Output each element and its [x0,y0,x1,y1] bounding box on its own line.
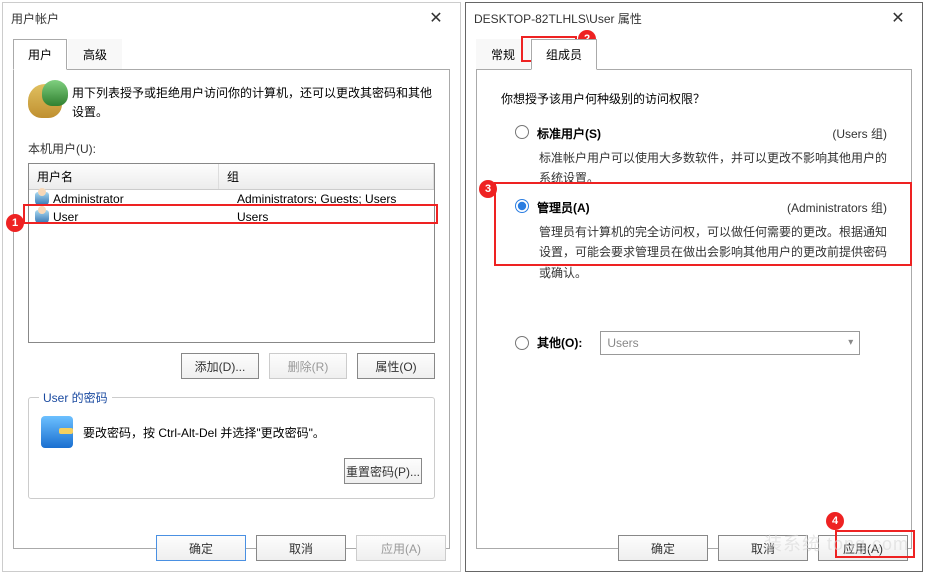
tab-general[interactable]: 常规 [476,39,530,70]
close-icon[interactable]: ✕ [882,8,914,28]
radio-other-input[interactable] [515,336,529,350]
col-group[interactable]: 组 [219,164,434,189]
titlebar: 用户帐户 ✕ [3,3,460,33]
user-listbox[interactable]: 用户名 组 Administrator Administrators; Gues… [28,163,435,343]
tab-body: 用下列表授予或拒绝用户访问你的计算机，还可以更改其密码和其他设置。 本机用户(U… [13,69,450,549]
tabs: 用户 高级 [3,33,460,70]
tab-body: 你想授予该用户何种级别的访问权限？ 标准用户(S) (Users 组) 标准帐户… [476,69,912,549]
col-name[interactable]: 用户名 [29,164,219,189]
window-title: 用户帐户 [11,10,420,27]
cell-name: Administrator [53,192,237,206]
groupbox-legend: User 的密码 [39,389,112,406]
titlebar: DESKTOP-82TLHLS\User 属性 ✕ [466,3,922,33]
tab-user[interactable]: 用户 [13,39,67,70]
user-accounts-window: 用户帐户 ✕ 用户 高级 用下列表授予或拒绝用户访问你的计算机，还可以更改其密码… [2,2,461,572]
other-group-select[interactable]: Users ▾ [600,331,860,355]
cancel-button[interactable]: 取消 [256,535,346,561]
cell-group: Administrators; Guests; Users [237,192,428,206]
remove-button: 删除(R) [269,353,347,379]
radio-admin-label: 管理员(A) [537,199,590,216]
tab-group-member[interactable]: 组成员 [531,39,597,70]
properties-button[interactable]: 属性(O) [357,353,435,379]
intro-text: 用下列表授予或拒绝用户访问你的计算机，还可以更改其密码和其他设置。 [72,84,435,122]
close-icon[interactable]: ✕ [420,8,452,28]
password-groupbox: User 的密码 要改密码，按 Ctrl-Alt-Del 并选择"更改密码"。 … [28,397,435,499]
radio-admin-input[interactable] [515,199,529,213]
window-title: DESKTOP-82TLHLS\User 属性 [474,10,882,27]
apply-button[interactable]: 应用(A) [818,535,908,561]
ok-button[interactable]: 确定 [618,535,708,561]
chevron-down-icon: ▾ [848,337,853,348]
reset-password-button[interactable]: 重置密码(P)... [344,458,422,484]
user-properties-window: DESKTOP-82TLHLS\User 属性 ✕ 常规 组成员 你想授予该用户… [465,2,923,572]
users-icon [28,84,62,118]
ok-button[interactable]: 确定 [156,535,246,561]
user-avatar-icon [35,192,49,206]
cell-group: Users [237,210,428,224]
standard-side-label: (Users 组) [832,125,887,142]
select-value: Users [607,336,638,350]
radio-standard-input[interactable] [515,125,529,139]
key-icon [41,416,73,448]
add-button[interactable]: 添加(D)... [181,353,259,379]
admin-description: 管理员有计算机的完全访问权，可以做任何需要的更改。根据通知设置，可能会要求管理员… [539,222,887,283]
password-hint: 要改密码，按 Ctrl-Alt-Del 并选择"更改密码"。 [83,424,325,441]
radio-other[interactable]: 其他(O): Users ▾ [515,331,887,355]
radio-administrator[interactable]: 管理员(A) (Administrators 组) [515,199,887,216]
radio-other-label: 其他(O): [537,334,582,351]
radio-standard-label: 标准用户(S) [537,125,601,142]
admin-side-label: (Administrators 组) [787,199,887,216]
cell-name: User [53,210,237,224]
tab-advanced[interactable]: 高级 [68,39,122,70]
list-header: 用户名 组 [29,164,434,190]
radio-standard-user[interactable]: 标准用户(S) (Users 组) [515,125,887,142]
list-row-administrator[interactable]: Administrator Administrators; Guests; Us… [29,190,434,208]
cancel-button[interactable]: 取消 [718,535,808,561]
list-row-user[interactable]: User Users [29,208,434,226]
apply-button: 应用(A) [356,535,446,561]
list-label: 本机用户(U): [28,140,435,157]
access-question: 你想授予该用户何种级别的访问权限？ [501,90,893,107]
tabs: 常规 组成员 [466,33,922,70]
standard-description: 标准帐户用户可以使用大多数软件，并可以更改不影响其他用户的系统设置。 [539,148,887,189]
user-avatar-icon [35,210,49,224]
